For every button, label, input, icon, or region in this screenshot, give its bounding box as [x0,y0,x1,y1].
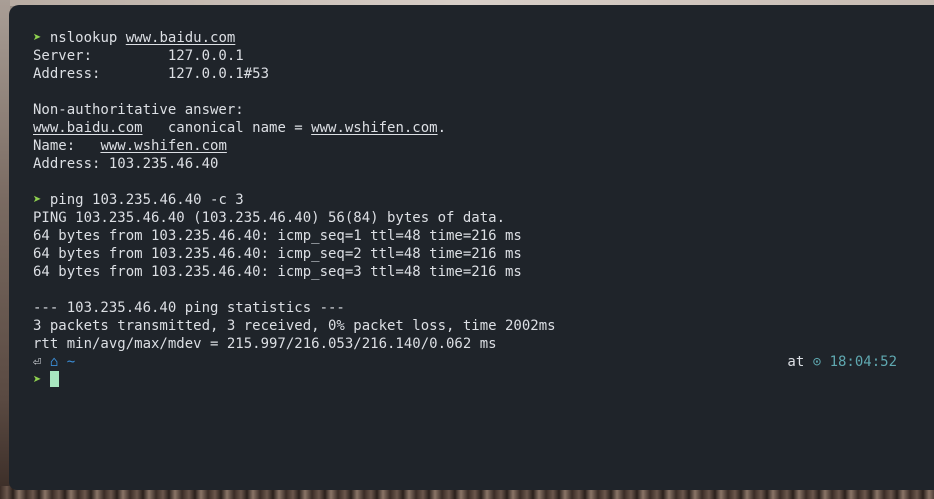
prompt-arrow-icon: ➤ [33,192,42,208]
terminal-window[interactable]: ➤ nslookup www.baidu.com Server: 127.0.0… [9,5,934,490]
prompt-arrow-icon: ➤ [33,30,42,46]
current-directory: ~ [66,354,76,370]
terminal-line-non-auth: Non-authoritative answer: [33,101,934,119]
clock-icon: ⊙ [812,354,822,370]
output-text: . [437,120,447,136]
terminal-line-canonical: www.baidu.com canonical name = www.wshif… [33,119,934,137]
output-text: 64 bytes from 103.235.46.40: icmp_seq=1 … [33,228,522,244]
output-text: Name: [33,138,101,154]
terminal-line-nslookup-command: ➤ nslookup www.baidu.com [33,29,934,47]
command-name: ping [49,192,84,208]
output-text: 3 packets transmitted, 3 received, 0% pa… [33,318,556,334]
output-text: rtt min/avg/max/mdev = 215.997/216.053/2… [33,336,497,352]
prompt-status-line: ⏎ ⌂ ~ at ⊙ 18:04:52 [33,353,934,371]
terminal-line-ping-stats-header: --- 103.235.46.40 ping statistics --- [33,299,934,317]
terminal-input-line[interactable]: ➤ [33,371,934,389]
command-argument-link[interactable]: www.baidu.com [126,30,236,46]
canonical-hostname-link[interactable]: www.wshifen.com [311,120,437,136]
output-text: canonical name = [142,120,312,136]
terminal-line-ping-command: ➤ ping 103.235.46.40 -c 3 [33,191,934,209]
terminal-line-server: Server: 127.0.0.1 [33,47,934,65]
home-icon: ⌂ [49,354,59,370]
terminal-line-ping-reply: 64 bytes from 103.235.46.40: icmp_seq=3 … [33,263,934,281]
name-hostname-link[interactable]: www.wshifen.com [100,138,226,154]
output-text: Server: 127.0.0.1 [33,48,244,64]
output-text: PING 103.235.46.40 (103.235.46.40) 56(84… [33,210,506,226]
terminal-line-resolved-address: Address: 103.235.46.40 [33,155,934,173]
output-text: 64 bytes from 103.235.46.40: icmp_seq=2 … [33,246,522,262]
output-text: 64 bytes from 103.235.46.40: icmp_seq=3 … [33,264,522,280]
terminal-line-ping-reply: 64 bytes from 103.235.46.40: icmp_seq=1 … [33,227,934,245]
return-status-icon: ⏎ [33,354,42,370]
hostname-link[interactable]: www.baidu.com [33,120,143,136]
terminal-line-ping-reply: 64 bytes from 103.235.46.40: icmp_seq=2 … [33,245,934,263]
terminal-line-ping-stats-packets: 3 packets transmitted, 3 received, 0% pa… [33,317,934,335]
output-text: Address: 103.235.46.40 [33,156,219,172]
command-arguments: 103.235.46.40 -c 3 [83,192,244,208]
text-cursor[interactable] [49,371,59,387]
prompt-arrow-icon: ➤ [33,372,42,388]
at-label: at [787,354,805,370]
prompt-time-segment: at ⊙ 18:04:52 [787,353,897,371]
output-text: Non-authoritative answer: [33,102,244,118]
terminal-line-ping-stats-rtt: rtt min/avg/max/mdev = 215.997/216.053/2… [33,335,934,353]
command-name: nslookup [49,30,118,46]
terminal-line-ping-header: PING 103.235.46.40 (103.235.46.40) 56(84… [33,209,934,227]
prompt-time: 18:04:52 [829,354,897,370]
output-text: --- 103.235.46.40 ping statistics --- [33,300,345,316]
terminal-line-address: Address: 127.0.0.1#53 [33,65,934,83]
terminal-line-name: Name: www.wshifen.com [33,137,934,155]
output-text: Address: 127.0.0.1#53 [33,66,270,82]
